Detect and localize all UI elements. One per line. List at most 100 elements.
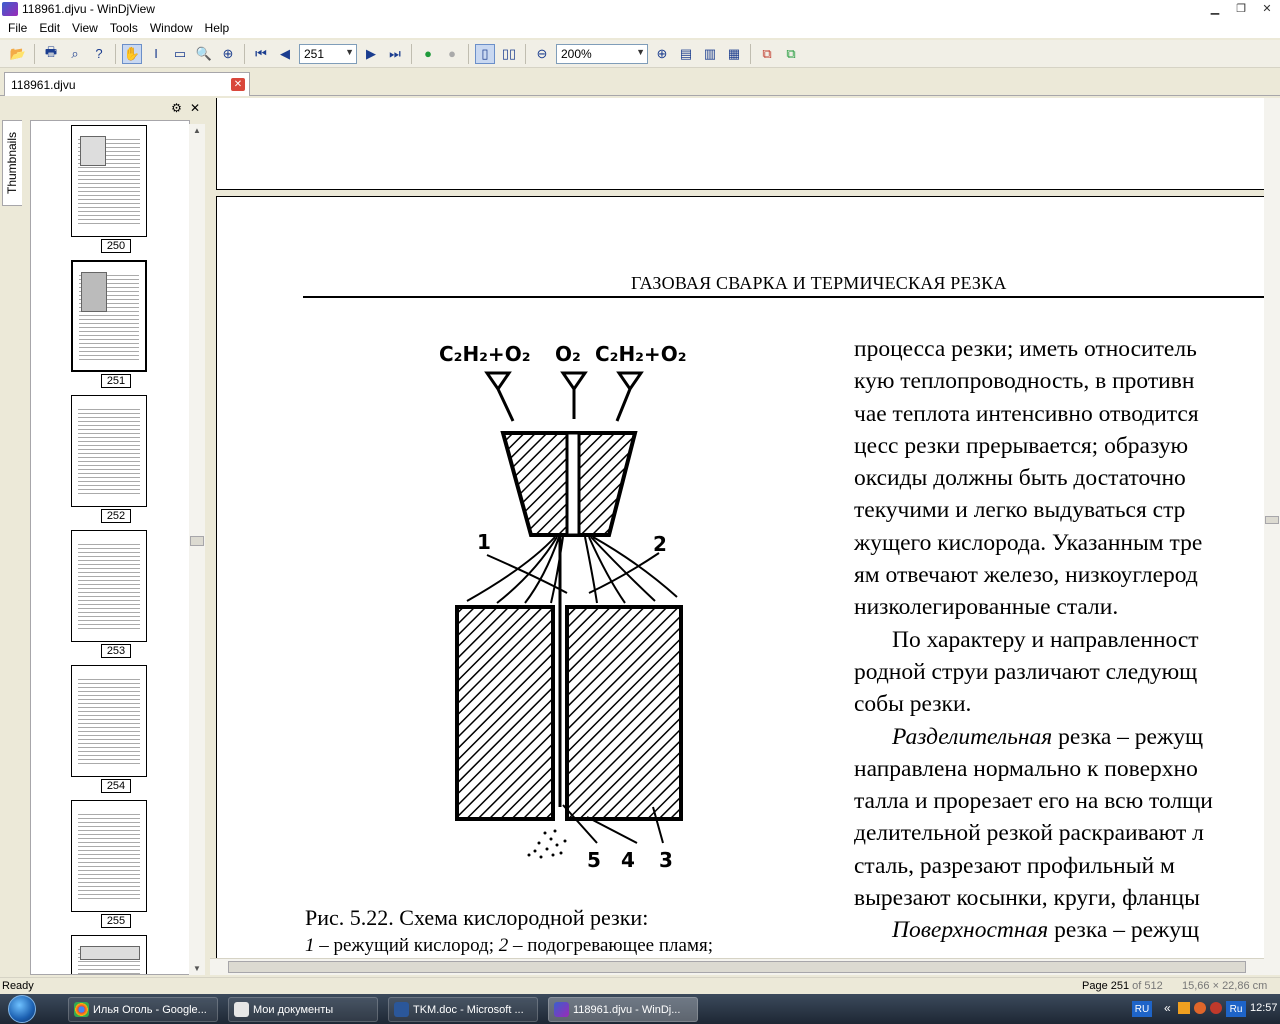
open-folder-icon[interactable]: 📂 <box>8 44 28 64</box>
window-title: 118961.djvu - WinDjView <box>22 2 155 16</box>
single-page-icon[interactable]: ▯ <box>475 43 495 64</box>
thumbnail-page[interactable] <box>71 125 147 237</box>
back-icon[interactable]: ● <box>418 44 438 64</box>
tab-document[interactable]: 118961.djvu ✕ <box>4 72 250 96</box>
forward-icon[interactable]: ● <box>442 44 462 64</box>
current-page: ГАЗОВАЯ СВАРКА И ТЕРМИЧЕСКАЯ РЕЗКА C₂H₂+… <box>216 196 1276 975</box>
tray-app-icon[interactable] <box>1210 1002 1222 1014</box>
chevron-down-icon[interactable]: ▼ <box>636 47 645 57</box>
start-button[interactable] <box>0 994 44 1024</box>
thumbnail-page[interactable] <box>71 800 147 912</box>
prev-page-icon[interactable]: ◀ <box>275 44 295 64</box>
windjview-icon <box>554 1002 569 1017</box>
minimize-button[interactable]: ▁ <box>1204 0 1226 16</box>
rotate-right-icon[interactable]: ⧉ <box>781 44 801 64</box>
menu-help[interactable]: Help <box>199 21 236 35</box>
viewer-vertical-scrollbar[interactable] <box>1264 98 1280 975</box>
next-page-icon[interactable]: ▶ <box>361 44 381 64</box>
label-gas-left: C₂H₂+O₂ <box>439 342 530 366</box>
sidebar-tabs: Thumbnails <box>0 100 22 975</box>
viewer-horizontal-scrollbar[interactable] <box>210 958 1264 975</box>
gear-icon[interactable]: ⚙ <box>171 101 182 115</box>
zoom-in-icon[interactable]: ⊕ <box>652 44 672 64</box>
scroll-thumb[interactable] <box>190 536 204 546</box>
menu-edit[interactable]: Edit <box>33 21 66 35</box>
scroll-up-icon[interactable]: ▲ <box>193 126 201 135</box>
workpiece-left <box>455 605 555 821</box>
text-line: кую теплопроводность, в противн <box>854 368 1195 395</box>
task-windjview[interactable]: 118961.djvu - WinDj... <box>548 997 698 1022</box>
status-page: Page 251 of 512 <box>1082 980 1163 992</box>
close-tab-icon[interactable]: ✕ <box>231 78 245 91</box>
thumbnail-label: 250 <box>101 239 131 253</box>
first-page-icon[interactable]: ⏮ <box>251 44 271 64</box>
page-number-combo[interactable]: 251 ▼ <box>299 43 357 64</box>
select-text-icon[interactable]: I <box>146 44 166 64</box>
separator <box>115 43 116 64</box>
zoom-out-icon[interactable]: ⊖ <box>532 44 552 64</box>
thumbnail-label: 253 <box>101 644 131 658</box>
task-label: 118961.djvu - WinDj... <box>573 1003 681 1016</box>
task-word[interactable]: TKM.doc - Microsoft ... <box>388 997 538 1022</box>
text-line: вырезают косынки, круги, фланцы <box>854 885 1200 912</box>
separator <box>750 43 751 64</box>
close-button[interactable]: ✕ <box>1256 0 1278 16</box>
facing-pages-icon[interactable]: ▯▯ <box>499 44 519 64</box>
menu-file[interactable]: File <box>2 21 33 35</box>
thumbnails-scrollbar[interactable]: ▲ ▼ <box>189 124 205 975</box>
tray-app-icon[interactable] <box>1194 1002 1206 1014</box>
close-panel-icon[interactable]: ✕ <box>190 101 200 115</box>
menu-view[interactable]: View <box>66 21 104 35</box>
document-viewer[interactable]: ГАЗОВАЯ СВАРКА И ТЕРМИЧЕСКАЯ РЕЗКА C₂H₂+… <box>210 98 1280 975</box>
status-page-size: 15,66 × 22,86 cm <box>1182 980 1268 992</box>
help-icon[interactable]: ? <box>89 44 109 64</box>
text-line: талла и прорезает его на всю толщи <box>854 788 1213 815</box>
task-explorer[interactable]: Мои документы <box>228 997 378 1022</box>
thumbnail-page[interactable] <box>71 935 147 974</box>
arrow-right <box>615 371 644 422</box>
text-line: цесс резки прерывается; образую <box>854 432 1189 459</box>
task-chrome[interactable]: Илья Оголь - Google... <box>68 997 218 1022</box>
menu-window[interactable]: Window <box>144 21 199 35</box>
actual-size-icon[interactable]: ▦ <box>724 44 744 64</box>
separator <box>244 43 245 64</box>
tab-thumbnails[interactable]: Thumbnails <box>2 120 22 206</box>
scroll-thumb[interactable] <box>228 961 1246 973</box>
language-indicator[interactable]: RU <box>1132 1001 1152 1017</box>
last-page-icon[interactable]: ⏭ <box>385 44 405 64</box>
thumbnail-label: 255 <box>101 914 131 928</box>
thumbnail-page[interactable] <box>71 665 147 777</box>
scroll-thumb[interactable] <box>1265 516 1279 524</box>
arrow-center <box>560 371 588 419</box>
menu-tools[interactable]: Tools <box>104 21 144 35</box>
chrome-icon <box>74 1002 89 1017</box>
thumbnail-page-current[interactable] <box>71 260 147 372</box>
tray-app-icon[interactable] <box>1178 1002 1190 1014</box>
fit-width-icon[interactable]: ▥ <box>700 44 720 64</box>
figure-caption: Рис. 5.22. Схема кислородной резки: <box>305 905 649 930</box>
text-line: оксиды должны быть достаточно <box>854 465 1186 492</box>
zoom-combo[interactable]: 200% ▼ <box>556 43 648 64</box>
print-icon[interactable]: 🖶 <box>41 44 61 64</box>
chevron-down-icon[interactable]: ▼ <box>345 47 354 57</box>
text-span: резка – режущ <box>1052 723 1204 750</box>
maximize-button[interactable]: ❐ <box>1230 0 1252 16</box>
scroll-down-icon[interactable]: ▼ <box>193 964 201 973</box>
thumbnail-page[interactable] <box>71 530 147 642</box>
rotate-left-icon[interactable]: ⧉ <box>757 44 777 64</box>
fit-page-icon[interactable]: ▤ <box>676 44 696 64</box>
task-label: Мои документы <box>253 1003 334 1016</box>
word-icon <box>394 1002 409 1017</box>
separator <box>525 43 526 64</box>
select-rect-icon[interactable]: ▭ <box>170 44 190 64</box>
zoom-rect-icon[interactable]: ⊕ <box>218 44 238 64</box>
zoom-icon[interactable]: 🔍 <box>194 44 214 64</box>
find-icon[interactable]: ⌕ <box>65 44 85 64</box>
clock[interactable]: 12:57 <box>1250 1002 1278 1014</box>
thumbnail-page[interactable] <box>71 395 147 507</box>
hand-tool-icon[interactable]: ✋ <box>122 43 142 64</box>
keyboard-layout-indicator[interactable]: Ru <box>1226 1001 1246 1017</box>
show-hidden-icon[interactable]: « <box>1164 1001 1171 1015</box>
term-italic: Поверхностная <box>892 917 1049 944</box>
label-4: 4 <box>621 848 635 872</box>
